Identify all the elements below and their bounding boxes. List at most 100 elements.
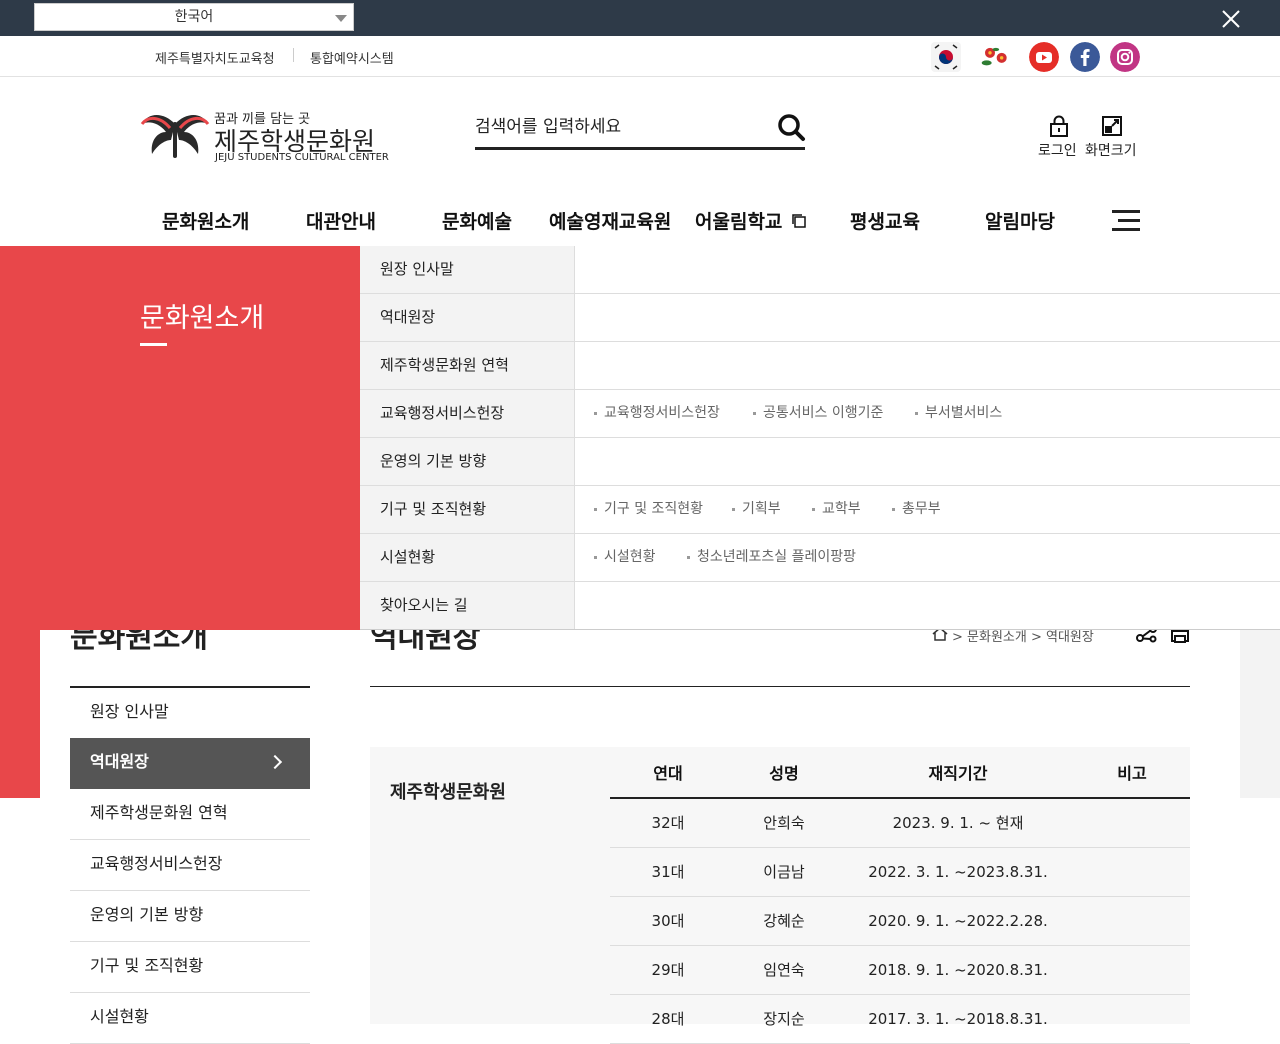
mega-subitem[interactable]: 청소년레포츠실 플레이팡팡 — [687, 534, 856, 580]
mega-item-service-charter[interactable]: 교육행정서비스헌장 — [360, 390, 575, 437]
mega-item-chronology[interactable]: 제주학생문화원 연혁 — [360, 342, 575, 389]
new-window-icon — [792, 214, 806, 228]
decor-red-panel — [0, 630, 40, 798]
lnb-item-facilities[interactable]: 시설현황 — [70, 993, 310, 1044]
history-org-label: 제주학생문화원 — [390, 782, 506, 803]
mega-subitem[interactable]: 공통서비스 이행기준 — [753, 390, 883, 436]
mega-row: 시설현황 시설현황 청소년레포츠실 플레이팡팡 — [360, 534, 1280, 582]
table-cell: 장지순 — [726, 994, 842, 1044]
logo-english: JEJU STUDENTS CULTURAL CENTER — [215, 152, 389, 163]
divider — [293, 48, 294, 62]
language-select-value: 한국어 — [174, 9, 214, 25]
mega-row: 운영의 기본 방향 — [360, 438, 1280, 486]
table-cell: 2018. 9. 1. ~2020.8.31. — [842, 945, 1074, 995]
gnb-about[interactable]: 문화원소개 — [162, 207, 249, 234]
camellia-icon[interactable] — [980, 42, 1010, 72]
mega-subitem[interactable]: 부서별서비스 — [915, 390, 1002, 436]
decor-gray-panel — [1240, 630, 1280, 798]
youtube-icon[interactable] — [1029, 42, 1059, 72]
lnb-item-greeting[interactable]: 원장 인사말 — [70, 688, 310, 739]
table-cell: 2020. 9. 1. ~2022.2.28. — [842, 896, 1074, 946]
mega-item-history-directors[interactable]: 역대원장 — [360, 294, 575, 341]
history-table: 연대 성명 재직기간 비고 32대 안희숙 2023. 9. 1. ~ 현재 3… — [610, 747, 1190, 1044]
mega-row: 찾아오시는 길 — [360, 582, 1280, 630]
col-header: 연대 — [610, 747, 726, 799]
table-cell: 2017. 3. 1. ~2018.8.31. — [842, 994, 1074, 1044]
table-row: 29대 임연숙 2018. 9. 1. ~2020.8.31. — [610, 945, 1190, 995]
table-cell — [1074, 798, 1190, 848]
mega-row: 제주학생문화원 연혁 — [360, 342, 1280, 390]
facebook-icon[interactable] — [1070, 42, 1100, 72]
mega-row: 기구 및 조직현황 기구 및 조직현황 기획부 교학부 총무부 — [360, 486, 1280, 534]
mega-item-directions[interactable]: 찾아오시는 길 — [360, 582, 575, 629]
gnb-lifelong[interactable]: 평생교육 — [850, 207, 920, 234]
mega-item-greeting[interactable]: 원장 인사말 — [360, 246, 575, 293]
table-row: 28대 장지순 2017. 3. 1. ~2018.8.31. — [610, 994, 1190, 1044]
mega-row: 원장 인사말 — [360, 246, 1280, 294]
search-icon[interactable] — [776, 112, 806, 142]
col-header: 비고 — [1074, 747, 1190, 799]
lnb-item-service-charter[interactable]: 교육행정서비스헌장 — [70, 840, 310, 891]
close-icon[interactable] — [1218, 6, 1244, 32]
lnb-item-direction[interactable]: 운영의 기본 방향 — [70, 891, 310, 942]
gnb-school[interactable]: 어울림학교 — [695, 207, 782, 234]
zoom-link[interactable]: 화면크기 — [1085, 140, 1137, 160]
table-cell: 안희숙 — [726, 798, 842, 848]
table-cell — [1074, 994, 1190, 1044]
top-link-education-office[interactable]: 제주특별자치도교육청 — [155, 48, 275, 67]
mega-menu-title-dash — [140, 343, 167, 346]
table-cell: 28대 — [610, 994, 726, 1044]
top-link-reservation[interactable]: 통합예약시스템 — [310, 48, 394, 67]
table-cell — [1074, 847, 1190, 897]
menu-icon[interactable] — [1112, 210, 1140, 232]
table-row: 31대 이금남 2022. 3. 1. ~2023.8.31. — [610, 847, 1190, 897]
gnb-culture-arts[interactable]: 문화예술 — [442, 207, 512, 234]
mega-item-direction[interactable]: 운영의 기본 방향 — [360, 438, 575, 485]
table-cell — [1074, 945, 1190, 995]
mega-subitem[interactable]: 기구 및 조직현황 — [594, 486, 703, 532]
mega-item-facilities[interactable]: 시설현황 — [360, 534, 575, 581]
table-cell: 이금남 — [726, 847, 842, 897]
mega-menu-title: 문화원소개 — [140, 303, 265, 334]
col-header: 재직기간 — [842, 747, 1074, 799]
col-header: 성명 — [726, 747, 842, 799]
table-row: 30대 강혜순 2020. 9. 1. ~2022.2.28. — [610, 896, 1190, 946]
search-input[interactable] — [475, 112, 765, 142]
table-cell: 2022. 3. 1. ~2023.8.31. — [842, 847, 1074, 897]
gnb-rental[interactable]: 대관안내 — [306, 207, 376, 234]
title-divider — [370, 686, 1190, 687]
mega-subitem[interactable]: 교학부 — [812, 486, 861, 532]
logo-butterfly-icon[interactable] — [140, 110, 210, 162]
chevron-right-icon — [267, 754, 283, 770]
table-cell: 강혜순 — [726, 896, 842, 946]
mega-item-organization[interactable]: 기구 및 조직현황 — [360, 486, 575, 533]
lock-icon[interactable] — [1048, 115, 1070, 137]
lnb-item-history-directors[interactable]: 역대원장 — [70, 738, 310, 789]
lnb-item-organization[interactable]: 기구 및 조직현황 — [70, 942, 310, 993]
lnb-item-label: 역대원장 — [90, 752, 149, 771]
table-cell: 임연숙 — [726, 945, 842, 995]
instagram-icon[interactable] — [1110, 42, 1140, 72]
mega-row: 역대원장 — [360, 294, 1280, 342]
table-cell: 2023. 9. 1. ~ 현재 — [842, 798, 1074, 848]
login-link[interactable]: 로그인 — [1038, 140, 1077, 160]
lnb-item-chronology[interactable]: 제주학생문화원 연혁 — [70, 789, 310, 840]
language-select[interactable]: 한국어 — [34, 3, 354, 31]
table-cell: 31대 — [610, 847, 726, 897]
gnb-notice[interactable]: 알림마당 — [985, 207, 1055, 234]
table-cell: 30대 — [610, 896, 726, 946]
mega-subitem[interactable]: 기획부 — [732, 486, 781, 532]
chevron-down-icon — [335, 15, 347, 22]
table-cell: 29대 — [610, 945, 726, 995]
zoom-icon[interactable] — [1101, 115, 1123, 137]
table-header-row: 연대 성명 재직기간 비고 — [610, 747, 1190, 799]
table-cell — [1074, 896, 1190, 946]
mega-row: 교육행정서비스헌장 교육행정서비스헌장 공통서비스 이행기준 부서별서비스 — [360, 390, 1280, 438]
table-cell: 32대 — [610, 798, 726, 848]
gnb-gifted-arts[interactable]: 예술영재교육원 — [549, 207, 671, 234]
table-row: 32대 안희숙 2023. 9. 1. ~ 현재 — [610, 798, 1190, 848]
mega-subitem[interactable]: 교육행정서비스헌장 — [594, 390, 720, 436]
korea-flag-icon[interactable] — [931, 42, 961, 72]
mega-subitem[interactable]: 총무부 — [892, 486, 941, 532]
mega-subitem[interactable]: 시설현황 — [594, 534, 656, 580]
